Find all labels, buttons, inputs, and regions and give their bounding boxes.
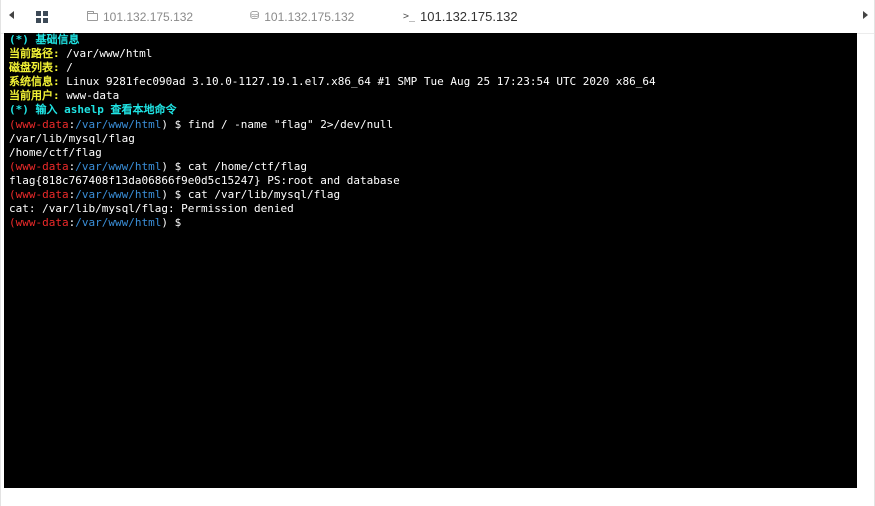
command-text: cat /home/ctf/flag — [187, 159, 308, 173]
prompt-close: ) $ — [161, 117, 188, 131]
info-value: / — [59, 61, 73, 75]
info-user: 当前用户: www-data — [9, 89, 857, 103]
prompt-path: /var/www/html — [75, 188, 162, 202]
tab-label: 101.132.175.132 — [103, 9, 194, 24]
prompt-path: /var/www/html — [75, 159, 162, 173]
output-line: flag{818c767408f13da06866f9e0d5c15247} P… — [9, 173, 400, 187]
info-label: 当前用户: — [9, 89, 60, 103]
command-text: cat /var/lib/mysql/flag — [187, 188, 341, 202]
info-value: /var/www/html — [59, 47, 153, 61]
output-line: /var/lib/mysql/flag — [9, 131, 135, 145]
prompt-user: www-data — [15, 159, 69, 173]
info-path: 当前路径: /var/www/html — [9, 47, 857, 61]
prompt-close: ) $ — [161, 216, 188, 230]
scroll-right-arrow-icon[interactable] — [863, 11, 868, 19]
command-line: (www-data:/var/www/html) $ find / -name … — [9, 118, 857, 132]
terminal-icon: >_ — [403, 11, 416, 22]
info-label: 磁盘列表: — [9, 61, 60, 75]
tab-home[interactable] — [34, 0, 50, 33]
command-line: (www-data:/var/www/html) $ cat /var/lib/… — [9, 188, 857, 202]
command-line: (www-data:/var/www/html) $ cat /home/ctf… — [9, 160, 857, 174]
info-system: 系统信息: Linux 9281fec090ad 3.10.0-1127.19.… — [9, 75, 857, 89]
prompt-close: ) $ — [161, 188, 188, 202]
prompt-path: /var/www/html — [75, 216, 162, 230]
tab-database[interactable]: ⛁ 101.132.175.132 — [250, 0, 354, 33]
info-label: 系统信息: — [9, 75, 60, 89]
tab-label: 101.132.175.132 — [420, 9, 518, 24]
terminal-console[interactable]: (*) 基础信息 当前路径: /var/www/html 磁盘列表: / 系统信… — [4, 33, 857, 488]
scroll-left-arrow-icon[interactable] — [9, 11, 14, 19]
prompt-user: www-data — [15, 117, 69, 131]
grid-icon — [36, 10, 48, 23]
active-prompt[interactable]: (www-data:/var/www/html) $ — [9, 216, 857, 230]
prompt-open: ( — [9, 188, 16, 202]
tab-terminal[interactable]: >_ 101.132.175.132 — [403, 0, 518, 33]
prompt-open: ( — [9, 216, 16, 230]
tab-file-manager[interactable]: 101.132.175.132 — [87, 0, 193, 33]
prompt-user: www-data — [15, 216, 69, 230]
prompt-open: ( — [9, 159, 16, 173]
output-line: cat: /var/lib/mysql/flag: Permission den… — [9, 202, 294, 216]
info-value: www-data — [59, 89, 120, 103]
info-disks: 磁盘列表: / — [9, 61, 857, 75]
tab-label: 101.132.175.132 — [264, 9, 355, 24]
prompt-user: www-data — [15, 188, 69, 202]
output-line: /home/ctf/flag — [9, 145, 102, 159]
info-label: 当前路径: — [9, 47, 60, 61]
tab-bar: 101.132.175.132 ⛁ 101.132.175.132 >_ 101… — [1, 0, 874, 34]
help-hint: (*) 输入 ashelp 查看本地命令 — [9, 103, 177, 117]
command-text: find / -name "flag" 2>/dev/null — [187, 117, 394, 131]
database-icon: ⛁ — [250, 10, 260, 22]
prompt-path: /var/www/html — [75, 117, 162, 131]
app-window: 101.132.175.132 ⛁ 101.132.175.132 >_ 101… — [0, 0, 875, 506]
prompt-close: ) $ — [161, 159, 188, 173]
info-value: Linux 9281fec090ad 3.10.0-1127.19.1.el7.… — [59, 75, 656, 89]
info-header: (*) 基础信息 — [9, 33, 80, 46]
folder-icon — [87, 10, 98, 21]
prompt-open: ( — [9, 117, 16, 131]
